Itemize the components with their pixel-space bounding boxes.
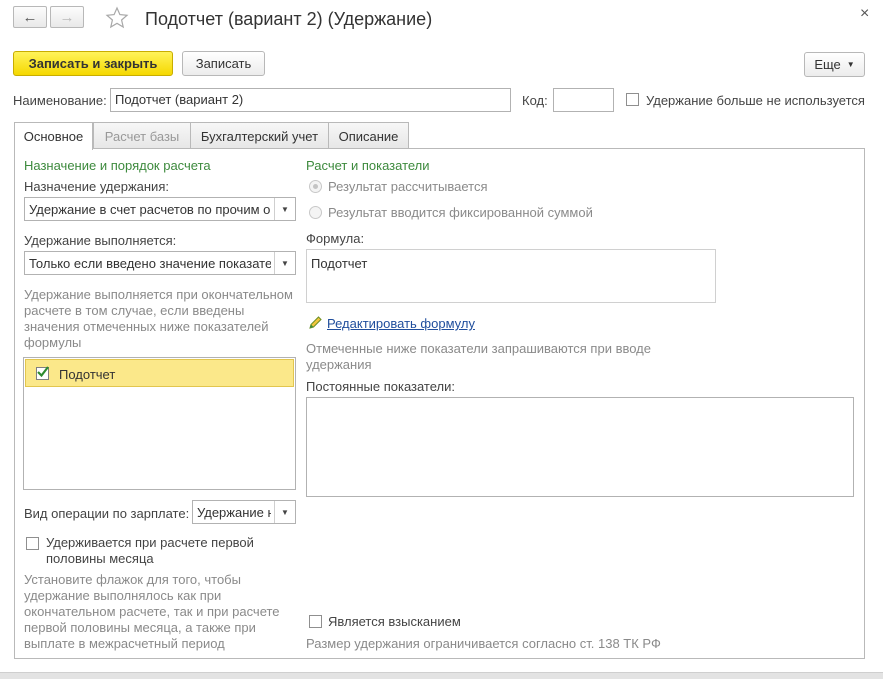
performed-select[interactable]: Только если введено значение показателя … [24,251,296,275]
recovery-label: Является взысканием [328,614,461,629]
indicators-list[interactable]: Подотчет [23,357,296,490]
arrow-left-icon: ← [22,8,38,26]
formula-value: Подотчет [311,256,368,271]
code-input[interactable] [553,88,614,112]
edit-formula-link[interactable]: Редактировать формулу [327,316,475,331]
window-title: Подотчет (вариант 2) (Удержание) [145,9,433,29]
save-button[interactable]: Записать [182,51,265,76]
name-input[interactable]: Подотчет (вариант 2) [110,88,511,112]
pencil-icon[interactable] [307,315,323,331]
name-label: Наименование: [13,93,107,108]
performed-hint: Удержание выполняется при окончательном … [24,287,293,350]
requested-hint: Отмеченные ниже показатели запрашиваются… [306,341,651,372]
purpose-label: Назначение удержания: [24,179,169,194]
code-label: Код: [522,93,548,108]
more-menu-button[interactable]: Еще ▼ [804,52,865,77]
list-item[interactable]: Подотчет [25,359,294,387]
constant-label: Постоянные показатели: [306,379,455,394]
dropdown-arrow-icon[interactable]: ▼ [274,252,295,274]
indicator-checkbox[interactable] [36,366,49,380]
first-half-hint: Установите флажок для того, чтобы удержа… [24,572,280,651]
limit-hint: Размер удержания ограничивается согласно… [306,636,661,651]
tab-main[interactable]: Основное [14,122,93,150]
purpose-select[interactable]: Удержание в счет расчетов по прочим опер… [24,197,296,221]
tab-base-calculation[interactable]: Расчет базы [93,122,191,149]
first-half-checkbox[interactable] [26,537,39,550]
tab-description[interactable]: Описание [328,122,409,149]
formula-label: Формула: [306,231,365,246]
radio-result-calculated[interactable] [309,180,322,193]
checkmark-icon [37,366,49,378]
performed-label: Удержание выполняется: [24,233,177,248]
close-icon[interactable]: × [860,5,869,23]
dropdown-arrow-icon[interactable]: ▼ [274,501,295,523]
constant-indicators-list[interactable] [306,397,854,497]
radio-calculated-label: Результат рассчитывается [328,179,488,194]
purpose-value: Удержание в счет расчетов по прочим опер… [29,202,271,217]
unused-checkbox[interactable] [626,93,639,106]
favorite-star-icon[interactable] [105,6,129,30]
chevron-down-icon: ▼ [846,60,855,69]
recovery-checkbox[interactable] [309,615,322,628]
indicator-label: Подотчет [59,367,116,382]
formula-field[interactable]: Подотчет [306,249,716,303]
arrow-right-icon: → [59,8,75,26]
unused-label: Удержание больше не используется [646,93,865,108]
tab-accounting[interactable]: Бухгалтерский учет [190,122,329,149]
more-label: Еще [814,57,841,72]
forward-button[interactable]: → [50,6,84,28]
operation-label: Вид операции по зарплате: [24,506,190,521]
operation-value: Удержание не является [197,505,271,520]
dropdown-arrow-icon[interactable]: ▼ [274,198,295,220]
operation-select[interactable]: Удержание не является ▼ [192,500,296,524]
left-section-title: Назначение и порядок расчета [24,158,211,173]
first-half-label: Удерживается при расчете первой половины… [46,535,254,566]
back-button[interactable]: ← [13,6,47,28]
right-section-title: Расчет и показатели [306,158,430,173]
radio-result-fixed[interactable] [309,206,322,219]
save-and-close-button[interactable]: Записать и закрыть [13,51,173,76]
radio-fixed-label: Результат вводится фиксированной суммой [328,205,593,220]
performed-value: Только если введено значение показателя [29,256,271,271]
